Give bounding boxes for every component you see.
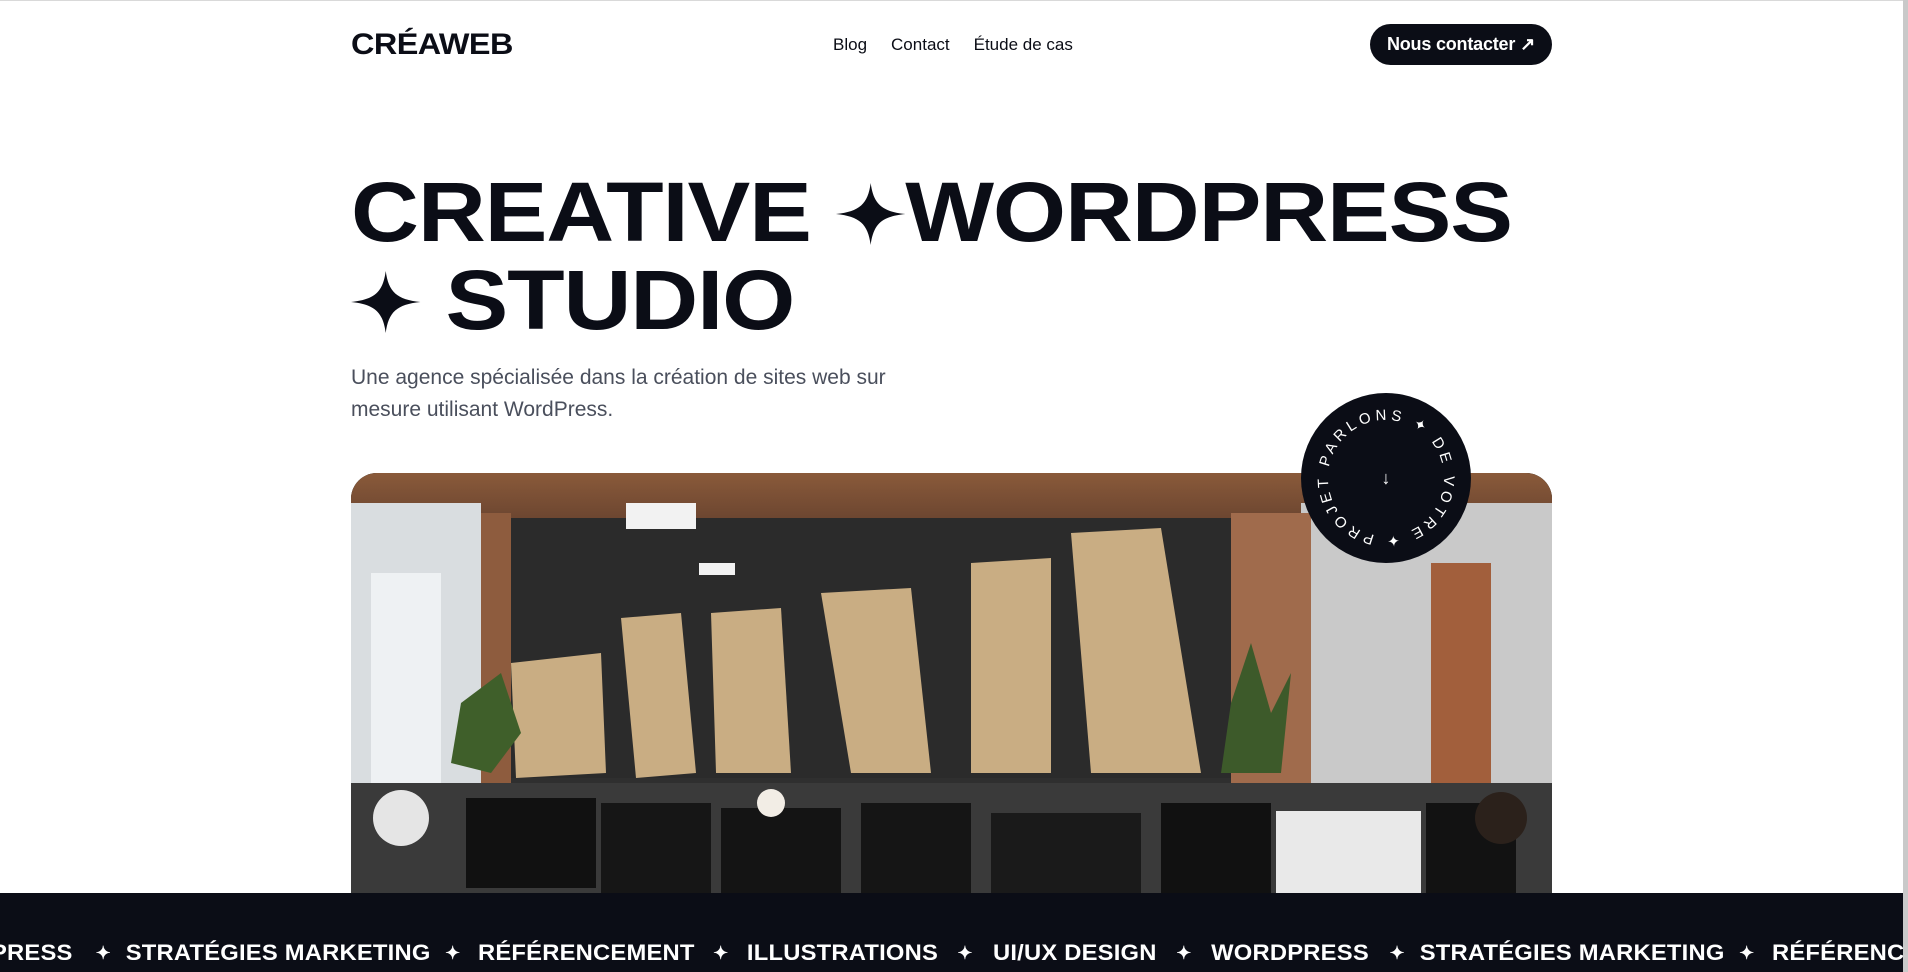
hero-word-studio: STUDIO bbox=[445, 253, 795, 347]
scrollbar[interactable] bbox=[1903, 0, 1908, 972]
hero-word-wordpress: WORDPRESS bbox=[905, 165, 1513, 259]
talk-project-badge[interactable]: PARLONS ✦ DE VOTRE ✦ PROJET ✦ ↓ bbox=[1301, 393, 1471, 563]
ticker-item: UI/UX DESIGN bbox=[992, 940, 1157, 965]
ticker-item: RÉFÉRENCEMENT bbox=[478, 940, 696, 965]
sparkle-icon: ✦ bbox=[1176, 942, 1192, 963]
ticker-item: WORDPRESS bbox=[1211, 940, 1370, 965]
contact-cta-button[interactable]: Nous contacter ↗ bbox=[1370, 24, 1552, 65]
hero-title-line-1: CREATIVE WORDPRESS bbox=[351, 168, 1762, 256]
services-ticker: PRESS ✦ STRATÉGIES MARKETING ✦ RÉFÉRENCE… bbox=[0, 893, 1903, 972]
top-border bbox=[0, 0, 1903, 1]
ticker-item: STRATÉGIES MARKETING bbox=[1419, 940, 1725, 965]
main-nav: Blog Contact Étude de cas bbox=[833, 35, 1073, 55]
scrollbar-thumb[interactable] bbox=[1903, 0, 1908, 972]
nav-link-blog[interactable]: Blog bbox=[833, 35, 867, 55]
hero-subtitle: Une agence spécialisée dans la création … bbox=[351, 366, 886, 421]
arrow-down-icon: ↓ bbox=[1381, 467, 1391, 488]
ticker-item: PRESS bbox=[0, 940, 73, 965]
ticker-track: PRESS ✦ STRATÉGIES MARKETING ✦ RÉFÉRENCE… bbox=[0, 940, 1903, 966]
ticker-item: STRATÉGIES MARKETING bbox=[125, 940, 431, 965]
ticker-item: ILLUSTRATIONS bbox=[747, 940, 939, 965]
hero-word-creative: CREATIVE bbox=[351, 165, 812, 259]
hero-title: CREATIVE WORDPRESS STUDIO bbox=[351, 168, 1762, 344]
sparkle-icon bbox=[835, 183, 906, 245]
arrow-up-right-icon: ↗ bbox=[1520, 34, 1536, 54]
nav-link-contact[interactable]: Contact bbox=[891, 35, 950, 55]
contact-cta-label: Nous contacter bbox=[1386, 34, 1516, 54]
ticker-item: RÉFÉRENCEMENT bbox=[1772, 940, 1903, 965]
nav-link-case-study[interactable]: Étude de cas bbox=[974, 35, 1073, 55]
site-logo[interactable]: CRÉAWEB bbox=[351, 28, 513, 62]
hero-title-line-2: STUDIO bbox=[351, 256, 1762, 344]
sparkle-icon: ✦ bbox=[957, 942, 973, 963]
sparkle-icon bbox=[351, 271, 421, 333]
